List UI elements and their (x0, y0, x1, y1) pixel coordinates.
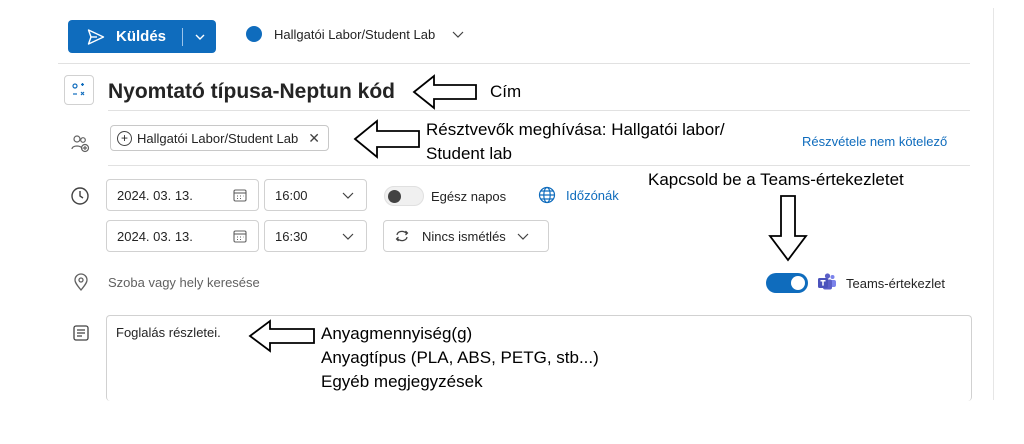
teams-meeting-toggle[interactable] (766, 273, 808, 293)
end-time-value: 16:30 (275, 228, 308, 244)
start-time-field[interactable]: 16:00 (264, 179, 367, 211)
divider (108, 165, 970, 166)
attendee-chip[interactable]: + Hallgatói Labor/Student Lab ✕ (110, 125, 329, 151)
annotation-arrow-left (353, 119, 420, 159)
divider (58, 63, 970, 64)
event-body-text: Foglalás részletei. (116, 325, 221, 340)
end-time-field[interactable]: 16:30 (264, 220, 367, 252)
start-date-value: 2024. 03. 13. (117, 187, 193, 203)
repeat-icon (395, 230, 409, 242)
chevron-down-icon (342, 192, 354, 199)
calendar-icon (233, 189, 247, 202)
chevron-down-icon (517, 233, 529, 240)
annotation-arrow-left (248, 319, 315, 353)
teams-annotation: Kapcsold be a Teams-értekezletet (648, 170, 904, 189)
toggle-knob (791, 276, 805, 290)
attendees-icon (70, 133, 90, 153)
send-icon (87, 28, 105, 45)
category-icon (72, 83, 85, 96)
calendar-icon (233, 230, 247, 243)
divider (108, 110, 970, 111)
start-time-value: 16:00 (275, 187, 308, 203)
toggle-knob (388, 190, 401, 203)
all-day-toggle[interactable] (384, 186, 424, 206)
attendee-annotation-line2: Student lab (426, 144, 513, 163)
end-date-value: 2024. 03. 13. (117, 228, 193, 244)
remove-attendee-icon[interactable]: ✕ (308, 130, 320, 147)
send-options-button[interactable] (183, 20, 216, 53)
location-icon (71, 272, 91, 292)
notes-icon (71, 323, 91, 343)
end-date-field[interactable]: 2024. 03. 13. (106, 220, 259, 252)
send-button-group: Küldés (68, 20, 216, 53)
teams-meeting-label: Teams-értekezlet (846, 276, 945, 291)
event-category-button[interactable] (64, 75, 94, 105)
repeat-value: Nincs ismétlés (422, 228, 506, 244)
teams-icon (818, 273, 836, 290)
chevron-down-icon (452, 31, 464, 38)
all-day-label: Egész napos (431, 189, 507, 204)
title-annotation: Cím (490, 82, 522, 101)
body-annotation-line3: Egyéb megjegyzések (321, 372, 483, 391)
send-button[interactable]: Küldés (68, 20, 182, 53)
timezones-link[interactable]: Időzónák (566, 188, 619, 203)
attendee-chip-label: Hallgatói Labor/Student Lab (137, 130, 299, 146)
attendee-annotation-line1: Résztvevők meghívása: Hallgatói labor/ (426, 120, 725, 139)
repeat-dropdown[interactable]: Nincs ismétlés (383, 220, 549, 252)
body-annotation-line1: Anyagmennyiség(g) (321, 324, 473, 343)
optional-attendees-link[interactable]: Részvétele nem kötelező (802, 134, 947, 149)
calendar-selector[interactable]: Hallgatói Labor/Student Lab (246, 26, 465, 42)
globe-icon (538, 186, 556, 204)
annotation-arrow-left (412, 74, 477, 110)
chevron-down-icon (195, 34, 204, 40)
event-title[interactable]: Nyomtató típusa-Neptun kód (108, 80, 395, 104)
start-date-field[interactable]: 2024. 03. 13. (106, 179, 259, 211)
add-circle-icon: + (117, 130, 132, 146)
chevron-down-icon (342, 233, 354, 240)
clock-icon (70, 186, 90, 206)
send-button-label: Küldés (116, 28, 167, 45)
calendar-name: Hallgatói Labor/Student Lab (274, 26, 436, 42)
location-search-input[interactable]: Szoba vagy hely keresése (108, 275, 260, 290)
calendar-color-dot (246, 26, 262, 42)
annotation-arrow-down (768, 195, 808, 262)
body-annotation-line2: Anyagtípus (PLA, ABS, PETG, stb...) (321, 348, 599, 367)
